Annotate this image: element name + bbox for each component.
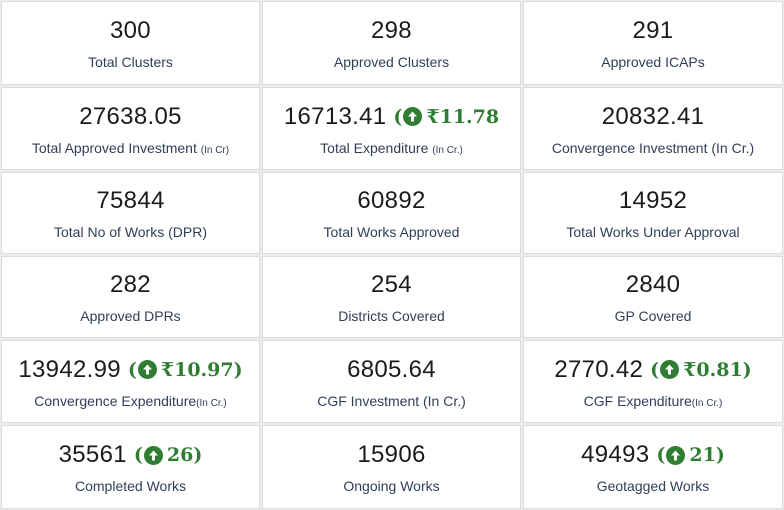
arrow-up-circle-icon — [137, 360, 157, 379]
stat-value: 13942.99 — [18, 355, 121, 383]
stat-value: 2840 — [625, 271, 681, 298]
stat-label: CGF Expenditure(In Cr.) — [583, 392, 723, 409]
stat-value: 15906 — [357, 441, 426, 468]
stat-value: 254 — [371, 271, 412, 298]
stat-card-cgf-expenditure[interactable]: 2770.42 (₹0.81) CGF Expenditure(In Cr.) — [523, 340, 783, 423]
delta-badge: (₹0.81) — [650, 358, 752, 381]
stat-label: Total Expenditure (In Cr.) — [320, 139, 463, 156]
stat-card-total-approved-investment[interactable]: 27638.05 Total Approved Investment (In C… — [1, 87, 260, 170]
delta-value: ₹10.97 — [160, 358, 234, 381]
stat-label: Convergence Investment (In Cr.) — [551, 139, 755, 156]
stat-value: 2770.42 — [554, 355, 644, 383]
stat-value: 16713.41 — [283, 102, 387, 130]
stat-card-cgf-investment[interactable]: 6805.64 CGF Investment (In Cr.) — [262, 340, 521, 423]
stat-value: 6805.64 — [347, 355, 436, 383]
stat-label: Geotagged Works — [596, 478, 710, 494]
stat-card-total-works-approved[interactable]: 60892 Total Works Approved — [262, 172, 521, 254]
delta-value: 26 — [166, 444, 194, 466]
stat-label: Total Works Under Approval — [566, 224, 740, 240]
delta-badge: (₹11.78 — [393, 105, 500, 128]
stat-card-ongoing-works[interactable]: 15906 Ongoing Works — [262, 425, 521, 509]
stat-value: 282 — [110, 271, 151, 298]
arrow-up-circle-icon — [403, 107, 423, 126]
stat-value: 298 — [371, 17, 412, 44]
stat-label: Districts Covered — [338, 308, 445, 324]
stat-label: Approved Clusters — [333, 54, 450, 70]
stat-card-convergence-investment[interactable]: 20832.41 Convergence Investment (In Cr.) — [523, 87, 783, 170]
stats-grid: 300 Total Clusters 298 Approved Clusters… — [0, 0, 784, 510]
stat-card-gp-covered[interactable]: 2840 GP Covered — [523, 256, 783, 338]
stat-card-convergence-expenditure[interactable]: 13942.99 (₹10.97) Convergence Expenditur… — [1, 340, 260, 423]
stat-card-approved-icaps[interactable]: 291 Approved ICAPs — [523, 1, 783, 85]
stat-value: 291 — [632, 17, 674, 44]
stat-card-districts-covered[interactable]: 254 Districts Covered — [262, 256, 521, 338]
unit-suffix: (In Cr.) — [432, 144, 463, 156]
stat-value: 20832.41 — [601, 102, 705, 130]
stat-label: GP Covered — [614, 308, 692, 324]
stat-value: 60892 — [357, 187, 426, 214]
delta-value: ₹0.81 — [683, 358, 743, 381]
stat-value: 14952 — [618, 187, 688, 214]
stat-card-geotagged-works[interactable]: 49493 (21) Geotagged Works — [523, 425, 783, 509]
stat-label: Total Approved Investment (In Cr) — [31, 139, 230, 156]
arrow-up-circle-icon — [660, 360, 680, 379]
arrow-up-circle-icon — [666, 445, 686, 465]
stat-card-total-clusters[interactable]: 300 Total Clusters — [1, 1, 260, 85]
stat-card-total-expenditure[interactable]: 16713.41 (₹11.78 Total Expenditure (In C… — [262, 87, 521, 170]
stat-label: Ongoing Works — [343, 478, 440, 494]
stat-card-works-under-approval[interactable]: 14952 Total Works Under Approval — [523, 172, 783, 254]
stat-card-completed-works[interactable]: 35561 (26) Completed Works — [1, 425, 260, 509]
unit-suffix: (In Cr) — [200, 144, 230, 156]
stat-value: 75844 — [96, 187, 165, 214]
stat-label: CGF Investment (In Cr.) — [317, 392, 466, 409]
delta-value: ₹11.78 — [426, 105, 500, 128]
stat-value: 27638.05 — [79, 102, 182, 130]
stat-label: Total No of Works (DPR) — [54, 224, 207, 240]
stat-card-total-works-dpr[interactable]: 75844 Total No of Works (DPR) — [1, 172, 260, 254]
stat-value: 300 — [110, 17, 151, 44]
stat-value: 49493 — [581, 441, 650, 468]
unit-suffix: (In Cr.) — [196, 397, 227, 409]
stat-label: Total Clusters — [88, 54, 173, 70]
delta-value: 21 — [689, 444, 716, 466]
stat-label: Approved DPRs — [80, 308, 181, 324]
stat-card-approved-dprs[interactable]: 282 Approved DPRs — [1, 256, 260, 338]
delta-badge: (21) — [656, 444, 725, 466]
delta-badge: (₹10.97) — [127, 358, 243, 381]
stat-card-approved-clusters[interactable]: 298 Approved Clusters — [262, 1, 521, 85]
delta-badge: (26) — [133, 444, 203, 466]
stat-label: Convergence Expenditure(In Cr.) — [34, 392, 227, 409]
stat-label: Completed Works — [74, 478, 186, 494]
unit-suffix: (In Cr.) — [691, 397, 723, 409]
arrow-up-circle-icon — [143, 445, 163, 465]
stat-label: Approved ICAPs — [601, 54, 705, 70]
stat-value: 35561 — [58, 441, 127, 468]
stat-label: Total Works Approved — [323, 224, 460, 240]
